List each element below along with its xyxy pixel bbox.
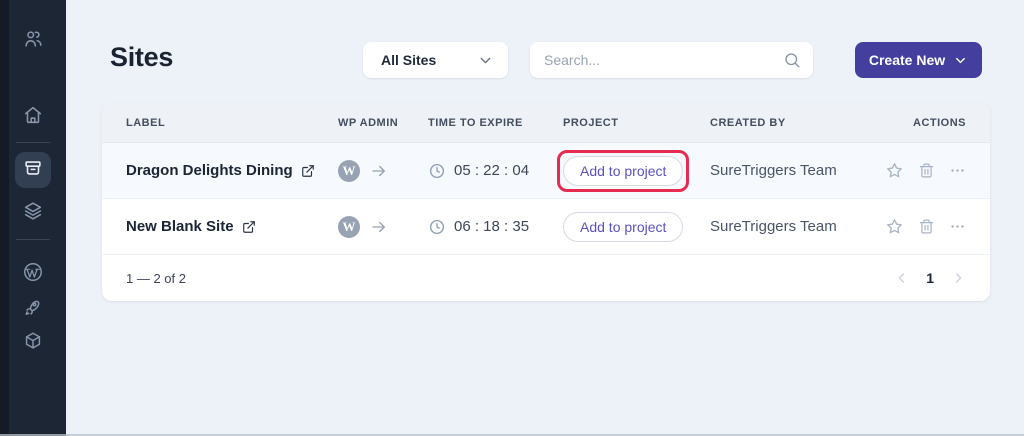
home-icon bbox=[22, 104, 44, 131]
site-label-cell[interactable]: Dragon Delights Dining bbox=[126, 162, 338, 179]
sidebar-divider bbox=[16, 142, 50, 143]
site-label: Dragon Delights Dining bbox=[126, 162, 293, 179]
column-header-actions: ACTIONS bbox=[913, 116, 966, 129]
column-header-project: PROJECT bbox=[563, 116, 619, 129]
search-input[interactable] bbox=[544, 52, 783, 68]
sites-table-card: LABEL WP ADMIN TIME TO EXPIRE PROJECT CR… bbox=[102, 103, 990, 301]
add-to-project-button[interactable]: Add to project bbox=[563, 155, 684, 186]
more-options-icon[interactable] bbox=[949, 218, 966, 235]
create-new-button[interactable]: Create New bbox=[855, 42, 982, 78]
column-header-label: LABEL bbox=[126, 116, 166, 129]
page-title: Sites bbox=[110, 42, 174, 72]
project-cell: Add to project bbox=[557, 149, 710, 192]
chevron-left-icon[interactable] bbox=[894, 270, 910, 286]
time-to-expire-cell: 05 : 22 : 04 bbox=[428, 162, 563, 180]
column-header-time-to-expire: TIME TO EXPIRE bbox=[428, 116, 523, 129]
time-to-expire-value: 05 : 22 : 04 bbox=[454, 162, 530, 179]
wp-admin-cell[interactable]: W bbox=[338, 215, 428, 238]
external-link-icon[interactable] bbox=[242, 220, 256, 234]
rocket-icon bbox=[22, 297, 44, 324]
table-row: New Blank Site W 06 : 18 : 35 Add to pro… bbox=[102, 199, 990, 255]
table-footer: 1 — 2 of 2 1 bbox=[102, 255, 990, 301]
sidebar-item-launch[interactable] bbox=[0, 297, 66, 324]
star-icon[interactable] bbox=[885, 161, 904, 180]
site-label: New Blank Site bbox=[126, 218, 234, 235]
trash-icon[interactable] bbox=[918, 162, 935, 179]
time-to-expire-value: 06 : 18 : 35 bbox=[454, 218, 530, 235]
window-edge-strip bbox=[0, 0, 9, 436]
archive-icon bbox=[22, 157, 44, 184]
sidebar-item-team[interactable] bbox=[0, 28, 66, 55]
filter-value: All Sites bbox=[381, 52, 437, 68]
site-label-cell[interactable]: New Blank Site bbox=[126, 218, 338, 235]
create-new-label: Create New bbox=[868, 52, 946, 68]
sidebar-item-home[interactable] bbox=[0, 104, 66, 131]
trash-icon[interactable] bbox=[918, 218, 935, 235]
users-icon bbox=[22, 28, 44, 55]
search-box[interactable] bbox=[530, 42, 813, 78]
pagination: 1 bbox=[894, 270, 966, 286]
chevron-right-icon[interactable] bbox=[950, 270, 966, 286]
table-row: Dragon Delights Dining W 05 : 22 : 04 Ad… bbox=[102, 143, 990, 199]
layers-icon bbox=[22, 200, 44, 227]
created-by-cell: SureTriggers Team bbox=[710, 218, 837, 235]
sidebar-item-sites-active[interactable] bbox=[15, 152, 51, 188]
actions-cell bbox=[880, 161, 966, 180]
sidebar-item-package[interactable] bbox=[0, 330, 66, 357]
wp-admin-cell[interactable]: W bbox=[338, 159, 428, 182]
time-to-expire-cell: 06 : 18 : 35 bbox=[428, 218, 563, 236]
wordpress-icon: W bbox=[338, 215, 360, 238]
sidebar-item-layers[interactable] bbox=[0, 200, 66, 227]
sidebar bbox=[0, 0, 66, 436]
arrow-right-icon bbox=[370, 162, 388, 180]
column-header-created-by: CREATED BY bbox=[710, 116, 786, 129]
chevron-down-icon bbox=[953, 53, 968, 68]
actions-cell bbox=[880, 217, 966, 236]
sidebar-item-wordpress[interactable] bbox=[0, 261, 66, 288]
pagination-range-text: 1 — 2 of 2 bbox=[126, 270, 186, 286]
project-cell: Add to project bbox=[563, 211, 710, 242]
add-to-project-button[interactable]: Add to project bbox=[563, 211, 684, 242]
table-header-row: LABEL WP ADMIN TIME TO EXPIRE PROJECT CR… bbox=[102, 103, 990, 143]
search-icon bbox=[783, 51, 801, 69]
chevron-down-icon bbox=[477, 52, 494, 69]
page-number[interactable]: 1 bbox=[926, 270, 934, 286]
sites-filter-dropdown[interactable]: All Sites bbox=[363, 42, 508, 78]
external-link-icon[interactable] bbox=[301, 164, 315, 178]
arrow-right-icon bbox=[370, 218, 388, 236]
column-header-wp-admin: WP ADMIN bbox=[338, 116, 399, 129]
clock-icon bbox=[428, 162, 446, 180]
clock-icon bbox=[428, 218, 446, 236]
more-options-icon[interactable] bbox=[949, 162, 966, 179]
wordpress-icon bbox=[22, 261, 44, 288]
created-by-cell: SureTriggers Team bbox=[710, 162, 837, 179]
highlight-annotation-box: Add to project bbox=[557, 149, 690, 192]
star-icon[interactable] bbox=[885, 217, 904, 236]
cube-icon bbox=[22, 330, 44, 357]
sidebar-divider bbox=[16, 239, 50, 240]
wordpress-icon: W bbox=[338, 159, 360, 182]
